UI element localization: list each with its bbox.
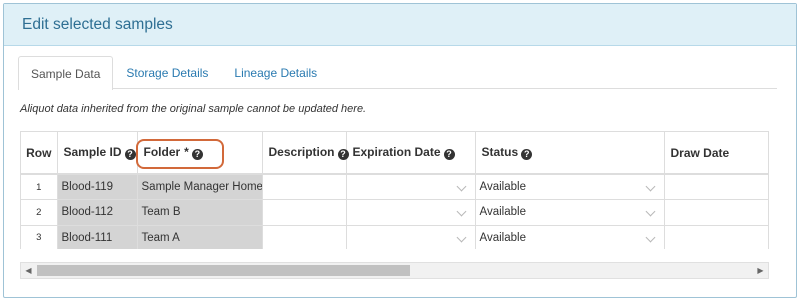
- chevron-down-icon: [645, 232, 655, 242]
- scroll-right-arrow-icon[interactable]: ▶: [753, 263, 768, 278]
- description-cell[interactable]: [262, 174, 347, 200]
- folder-cell: Team B: [137, 199, 263, 226]
- expiration-date-select[interactable]: [346, 199, 476, 226]
- sample-id-cell: Blood-111: [57, 225, 138, 249]
- folder-cell: Team A: [137, 225, 263, 249]
- aliquot-notice: Aliquot data inherited from the original…: [20, 103, 367, 115]
- chevron-down-icon: [645, 181, 655, 192]
- col-header-draw-date: Draw Date: [664, 132, 768, 175]
- help-icon[interactable]: ?: [337, 149, 349, 160]
- help-icon[interactable]: ?: [191, 149, 203, 160]
- chevron-down-icon: [456, 181, 466, 192]
- row-number: 3: [21, 225, 58, 249]
- chevron-down-icon: [456, 206, 466, 217]
- description-cell[interactable]: [262, 225, 347, 249]
- sample-grid: Row Sample ID? Folder *? Description? Exp…: [20, 131, 769, 249]
- required-marker: *: [184, 145, 189, 159]
- draw-date-cell[interactable]: [664, 225, 768, 249]
- chevron-down-icon: [645, 206, 655, 217]
- panel-title: Edit selected samples: [22, 15, 173, 33]
- status-select[interactable]: Available: [475, 225, 665, 249]
- grid-header-row: Row Sample ID? Folder *? Description? Exp…: [21, 132, 768, 175]
- horizontal-scrollbar[interactable]: ◀ ▶: [20, 262, 769, 279]
- help-icon[interactable]: ?: [443, 149, 455, 160]
- panel-heading: Edit selected samples: [4, 4, 796, 46]
- tab-bar: Sample Data Storage Details Lineage Deta…: [18, 56, 777, 90]
- sample-id-cell: Blood-112: [57, 199, 138, 226]
- row-number: 1: [21, 174, 58, 200]
- col-header-row: Row: [21, 132, 58, 175]
- folder-cell: Sample Manager Home: [137, 174, 263, 200]
- table-row: 1 Blood-119 Sample Manager Home Availabl…: [21, 174, 768, 200]
- table-row: 3 Blood-111 Team A Available: [21, 225, 768, 249]
- description-cell[interactable]: [262, 199, 347, 226]
- table-row: 2 Blood-112 Team B Available: [21, 199, 768, 226]
- status-select[interactable]: Available: [475, 174, 665, 200]
- col-header-sample-id: Sample ID?: [57, 132, 138, 175]
- tab-lineage-details[interactable]: Lineage Details: [221, 56, 330, 89]
- help-icon[interactable]: ?: [521, 149, 533, 160]
- expiration-date-select[interactable]: [346, 225, 476, 249]
- help-icon[interactable]: ?: [124, 149, 136, 160]
- scroll-left-arrow-icon[interactable]: ◀: [21, 263, 36, 278]
- col-header-expiration-date: Expiration Date?: [346, 132, 476, 175]
- scrollbar-thumb[interactable]: [37, 265, 410, 276]
- col-header-description: Description?: [262, 132, 349, 175]
- sample-id-cell: Blood-119: [57, 174, 138, 200]
- col-header-status: Status?: [475, 132, 665, 175]
- expiration-date-select[interactable]: [346, 174, 476, 200]
- status-select[interactable]: Available: [475, 199, 665, 226]
- col-header-folder: Folder *?: [137, 132, 263, 175]
- tab-storage-details[interactable]: Storage Details: [113, 56, 221, 89]
- draw-date-cell[interactable]: [664, 174, 768, 200]
- draw-date-cell[interactable]: [664, 199, 768, 226]
- tab-sample-data[interactable]: Sample Data: [18, 56, 114, 90]
- chevron-down-icon: [456, 232, 466, 242]
- row-number: 2: [21, 199, 58, 226]
